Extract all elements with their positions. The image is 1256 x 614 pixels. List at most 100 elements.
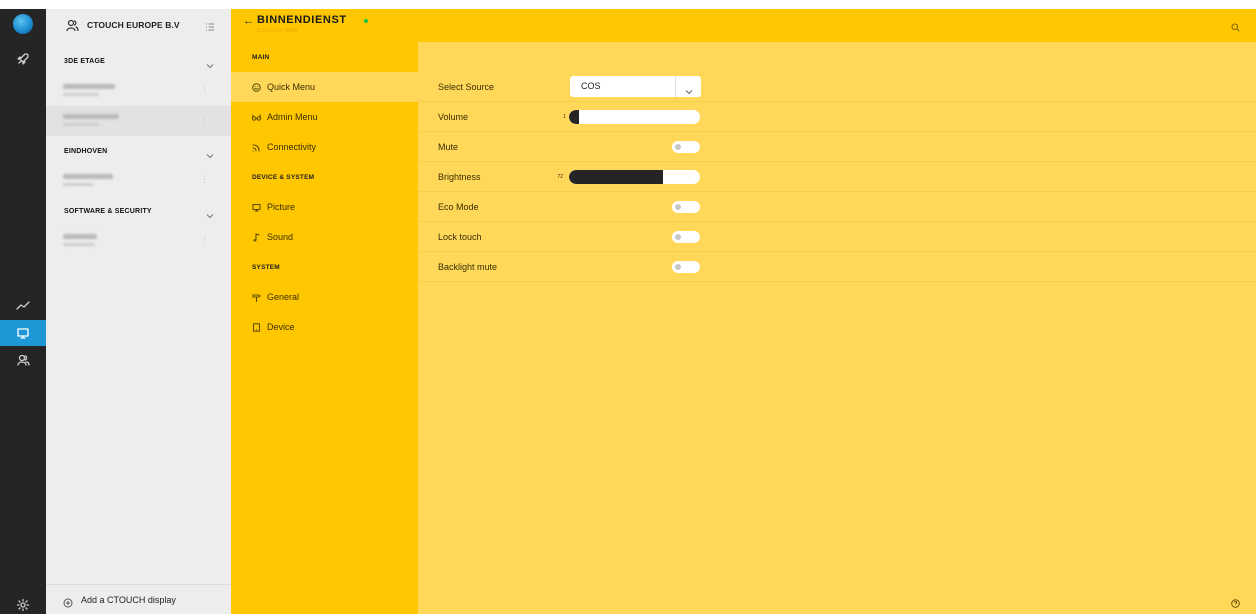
- setting-row-select-source: Select Source COS: [418, 72, 1256, 102]
- menu-item-label: Picture: [267, 202, 296, 212]
- section-label: DEVICE & SYSTEM: [252, 173, 315, 181]
- organization-icon: [66, 19, 79, 32]
- help-icon[interactable]: [1231, 595, 1240, 608]
- more-options-icon[interactable]: ⋮: [200, 174, 209, 185]
- device-name-redacted: [63, 174, 113, 179]
- select-divider: [675, 76, 676, 97]
- group-label: SOFTWARE & SECURITY: [64, 207, 152, 215]
- source-select[interactable]: COS: [570, 76, 701, 97]
- list-view-icon[interactable]: [205, 19, 215, 31]
- menu-item-admin-menu[interactable]: Admin Menu: [231, 102, 418, 132]
- app-rail: [0, 9, 46, 614]
- organization-header[interactable]: CTOUCH EUROPE B.V: [46, 9, 231, 41]
- chevron-down-icon: [206, 57, 214, 69]
- music-note-icon: [252, 232, 261, 242]
- signal-icon: [252, 143, 261, 152]
- device-id-redacted: [63, 243, 95, 246]
- device-item[interactable]: ⋮: [46, 166, 231, 196]
- brightness-slider-fill: [569, 170, 664, 184]
- signpost-icon: [252, 293, 261, 302]
- menu-item-general[interactable]: General: [231, 282, 418, 312]
- add-display-label: Add a CTOUCH display: [81, 594, 176, 605]
- menu-section-device-system: DEVICE & SYSTEM: [231, 162, 418, 192]
- smiley-icon: [252, 82, 261, 92]
- menu-item-sound[interactable]: Sound: [231, 222, 418, 252]
- device-name-redacted: [63, 234, 97, 239]
- volume-value: 1: [563, 114, 566, 120]
- device-id-redacted: [63, 123, 99, 126]
- device-item[interactable]: ⋮: [46, 226, 231, 256]
- glasses-icon: [252, 113, 261, 122]
- setting-row-brightness: Brightness 72: [418, 162, 1256, 192]
- setting-label: Select Source: [438, 82, 495, 92]
- more-options-icon[interactable]: ⋮: [200, 84, 209, 95]
- menu-item-label: Sound: [267, 232, 294, 242]
- ctouch-logo[interactable]: [13, 14, 33, 34]
- group-header-3de-etage[interactable]: 3DE ETAGE: [46, 46, 231, 76]
- device-item[interactable]: ⋮: [46, 76, 231, 106]
- toggle-knob: [675, 144, 681, 150]
- more-options-icon[interactable]: ⋮: [200, 114, 209, 125]
- setting-row-backlight-mute: Backlight mute: [418, 252, 1256, 282]
- tablet-icon: [252, 322, 261, 332]
- setting-row-eco-mode: Eco Mode: [418, 192, 1256, 222]
- setting-row-volume: Volume 1: [418, 102, 1256, 132]
- menu-item-label: Connectivity: [267, 142, 317, 152]
- section-label: MAIN: [252, 53, 270, 61]
- group-label: 3DE ETAGE: [64, 57, 105, 65]
- search-icon[interactable]: [1231, 19, 1240, 32]
- organization-name: CTOUCH EUROPE B.V: [87, 20, 180, 30]
- back-arrow-icon[interactable]: ←: [243, 15, 254, 27]
- menu-section-main: MAIN: [231, 42, 418, 72]
- source-select-value: COS: [581, 81, 601, 91]
- device-title: BINNENDIENST: [257, 14, 347, 26]
- setting-label: Brightness: [438, 172, 481, 182]
- menu-section-system: SYSTEM: [231, 252, 418, 282]
- setting-label: Lock touch: [438, 232, 482, 242]
- backlight-mute-toggle[interactable]: [672, 261, 700, 273]
- lock-touch-toggle[interactable]: [672, 231, 700, 243]
- device-list-panel: CTOUCH EUROPE B.V 3DE ETAGE ⋮ ⋮ EINDHOVE…: [46, 9, 231, 614]
- brightness-slider[interactable]: [569, 170, 700, 184]
- more-options-icon[interactable]: ⋮: [200, 234, 209, 245]
- mute-toggle[interactable]: [672, 141, 700, 153]
- device-item-selected[interactable]: ⋮: [46, 106, 231, 136]
- device-name-redacted: [63, 84, 115, 89]
- settings-gear-icon[interactable]: [0, 592, 46, 614]
- chevron-down-icon: [685, 83, 693, 95]
- settings-menu: MAIN Quick Menu Admin Menu Connectivity …: [231, 42, 418, 614]
- group-header-software-security[interactable]: SOFTWARE & SECURITY: [46, 196, 231, 226]
- rocket-icon[interactable]: [0, 46, 46, 72]
- setting-row-mute: Mute: [418, 132, 1256, 162]
- device-id-redacted: [63, 183, 93, 186]
- setting-row-lock-touch: Lock touch: [418, 222, 1256, 252]
- toggle-knob: [675, 264, 681, 270]
- menu-item-label: General: [267, 292, 300, 302]
- menu-item-picture[interactable]: Picture: [231, 192, 418, 222]
- quick-menu-content: Select Source COS Volume 1 Mute Brightne…: [418, 42, 1256, 614]
- chevron-down-icon: [206, 147, 214, 159]
- menu-item-quick-menu[interactable]: Quick Menu: [231, 72, 418, 102]
- section-label: SYSTEM: [252, 263, 280, 271]
- add-display-button[interactable]: Add a CTOUCH display: [46, 584, 231, 614]
- online-status-dot: [364, 19, 368, 23]
- toggle-knob: [675, 234, 681, 240]
- chevron-down-icon: [206, 207, 214, 219]
- displays-icon[interactable]: [0, 320, 46, 346]
- group-header-eindhoven[interactable]: EINDHOVEN: [46, 136, 231, 166]
- device-name-redacted: [63, 114, 119, 119]
- eco-mode-toggle[interactable]: [672, 201, 700, 213]
- device-id-redacted: [63, 93, 99, 96]
- menu-item-connectivity[interactable]: Connectivity: [231, 132, 418, 162]
- volume-slider-fill: [569, 110, 580, 124]
- volume-slider[interactable]: [569, 110, 700, 124]
- brightness-value: 72: [557, 174, 563, 180]
- plus-circle-icon: [63, 595, 73, 607]
- analytics-icon[interactable]: [0, 292, 46, 318]
- menu-item-device[interactable]: Device: [231, 312, 418, 342]
- monitor-icon: [252, 203, 261, 212]
- toggle-knob: [675, 204, 681, 210]
- device-subtitle: CTOUCH-BNA: [257, 28, 298, 34]
- setting-label: Backlight mute: [438, 262, 498, 272]
- users-icon[interactable]: [0, 347, 46, 373]
